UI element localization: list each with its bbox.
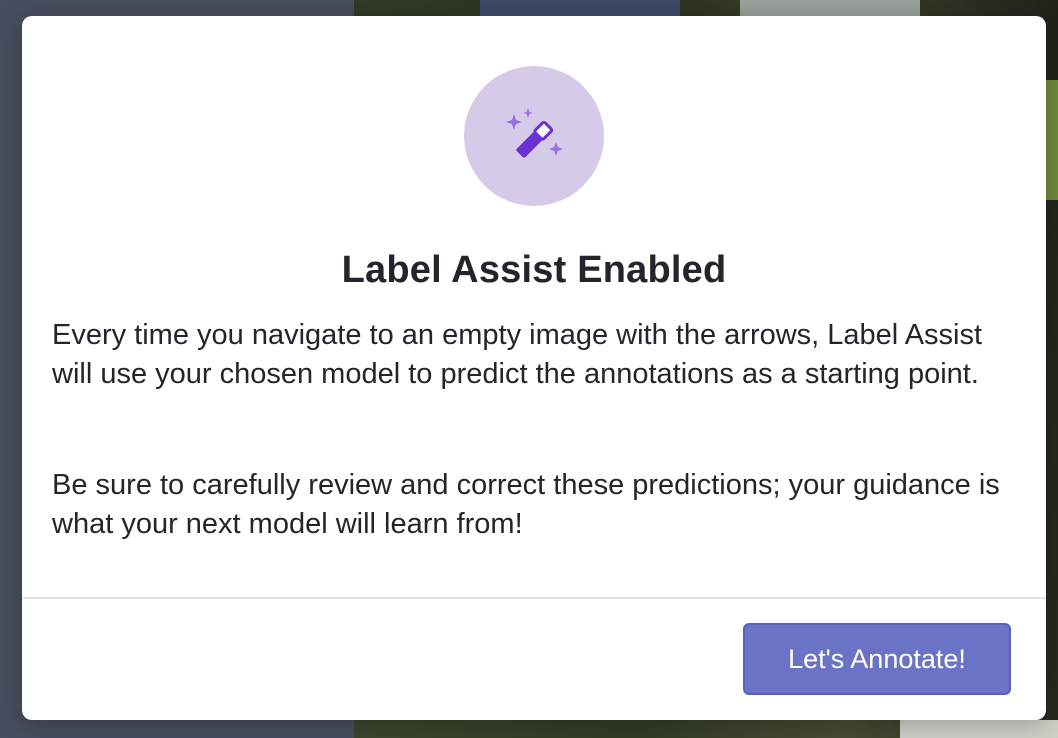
background-banner bbox=[480, 0, 680, 16]
background-banner-light bbox=[740, 0, 920, 16]
label-assist-modal: Label Assist Enabled Every time you navi… bbox=[22, 16, 1046, 720]
modal-title: Label Assist Enabled bbox=[341, 249, 727, 291]
modal-guidance-note: Be sure to carefully review and correct … bbox=[52, 469, 1000, 540]
footer-divider bbox=[22, 597, 1046, 599]
lets-annotate-button[interactable]: Let's Annotate! bbox=[743, 623, 1011, 695]
background-figure bbox=[1046, 80, 1058, 200]
modal-description: Every time you navigate to an empty imag… bbox=[52, 319, 983, 390]
background-floor bbox=[900, 720, 1058, 738]
icon-badge bbox=[464, 66, 604, 206]
magic-wand-icon bbox=[506, 108, 563, 158]
